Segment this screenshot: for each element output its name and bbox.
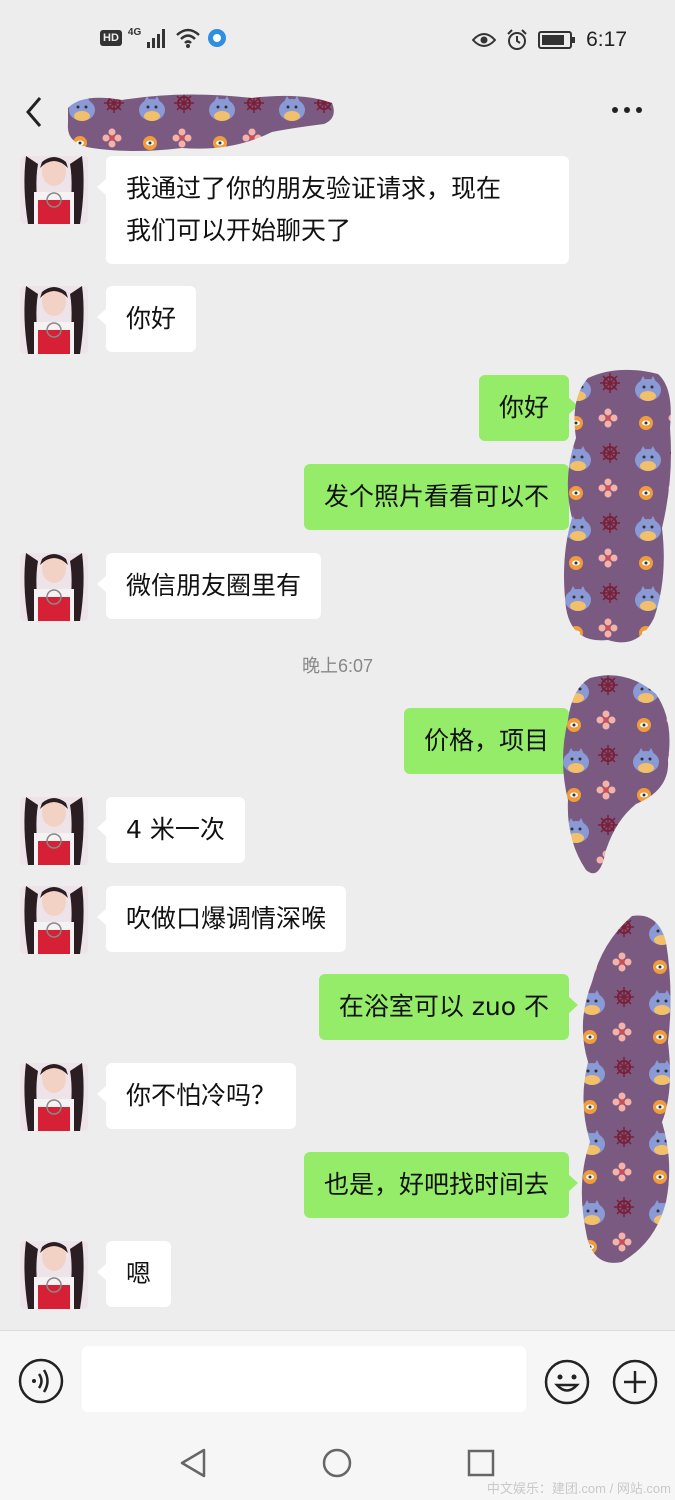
- status-left: HD 4G: [100, 26, 227, 48]
- system-nav-bar: 中文娱乐：建团.com / 网站.com: [0, 1428, 675, 1500]
- message-text: 我通过了你的朋友验证请求，现在: [126, 174, 502, 203]
- plus-icon[interactable]: [611, 1358, 659, 1406]
- nav-recent-icon[interactable]: [464, 1446, 498, 1480]
- app-notification-icon: [208, 29, 227, 47]
- message-bubble-incoming[interactable]: 你不怕冷吗？: [96, 1063, 297, 1129]
- own-avatar-redaction: [564, 369, 671, 643]
- contact-avatar[interactable]: [20, 1063, 88, 1131]
- clock: 6:17: [586, 28, 627, 51]
- message-text: 我们可以开始聊天了: [126, 216, 352, 245]
- message-bubble-incoming[interactable]: 4 米一次: [97, 797, 245, 863]
- back-arrow-icon[interactable]: [18, 92, 52, 132]
- eye-icon: [472, 33, 497, 47]
- emoji-icon[interactable]: [543, 1358, 591, 1406]
- nav-back-icon[interactable]: [176, 1446, 210, 1480]
- message-text: 吹做口爆调情深喉: [126, 904, 327, 933]
- message-bubble-outgoing[interactable]: 价格，项目: [403, 708, 579, 774]
- status-bar: HD 4G 6:17: [0, 0, 675, 80]
- message-bubble-incoming[interactable]: 你好: [96, 286, 197, 352]
- message-bubble-incoming[interactable]: 我通过了你的朋友验证请求，现在 我们可以开始聊天了: [97, 156, 569, 264]
- message-text: 你不怕冷吗？: [126, 1081, 277, 1110]
- message-text: 微信朋友圈里有: [126, 571, 302, 600]
- message-bubble-outgoing[interactable]: 发个照片看看可以不: [303, 464, 579, 530]
- message-input[interactable]: [82, 1346, 526, 1412]
- message-bubble-incoming[interactable]: 嗯: [96, 1241, 172, 1307]
- nav-home-icon[interactable]: [320, 1446, 354, 1480]
- own-avatar-redaction: [563, 675, 670, 874]
- message-text: 你好: [498, 393, 549, 422]
- message-text: 嗯: [126, 1259, 152, 1288]
- contact-avatar[interactable]: [20, 886, 88, 954]
- message-bubble-incoming[interactable]: 吹做口爆调情深喉: [96, 886, 347, 952]
- message-text: 你好: [126, 304, 177, 333]
- status-right: 6:17: [472, 28, 627, 52]
- alarm-icon: [507, 29, 527, 50]
- message-bubble-incoming[interactable]: 微信朋友圈里有: [96, 553, 322, 619]
- network-type-label: 4G: [127, 26, 142, 38]
- contact-avatar[interactable]: [20, 1241, 88, 1309]
- contact-avatar[interactable]: [20, 797, 88, 865]
- more-dots-icon[interactable]: [607, 98, 647, 122]
- chat-header: [0, 80, 675, 151]
- battery-icon: [538, 31, 576, 49]
- message-bubble-outgoing[interactable]: 在浴室可以 zuo 不: [318, 974, 579, 1040]
- message-text: 也是，好吧找时间去: [323, 1170, 549, 1199]
- contact-name-redaction: [67, 94, 334, 151]
- message-text: 4 米一次: [126, 815, 225, 844]
- hd-badge: HD: [100, 30, 122, 46]
- message-bubble-outgoing[interactable]: 也是，好吧找时间去: [303, 1152, 579, 1218]
- voice-icon[interactable]: [18, 1358, 64, 1404]
- message-bubble-outgoing[interactable]: 你好: [478, 375, 579, 441]
- message-text: 在浴室可以 zuo 不: [338, 992, 549, 1021]
- wifi-icon: [176, 28, 201, 48]
- contact-avatar[interactable]: [20, 156, 88, 224]
- watermark: 中文娱乐：建团.com / 网站.com: [486, 1481, 671, 1496]
- message-text: 发个照片看看可以不: [323, 482, 549, 511]
- signal-icon: [147, 29, 166, 48]
- input-bar: [0, 1330, 675, 1428]
- own-avatar-redaction: [581, 915, 671, 1263]
- contact-avatar[interactable]: [20, 553, 88, 621]
- contact-avatar[interactable]: [20, 286, 88, 354]
- message-text: 价格，项目: [423, 726, 549, 755]
